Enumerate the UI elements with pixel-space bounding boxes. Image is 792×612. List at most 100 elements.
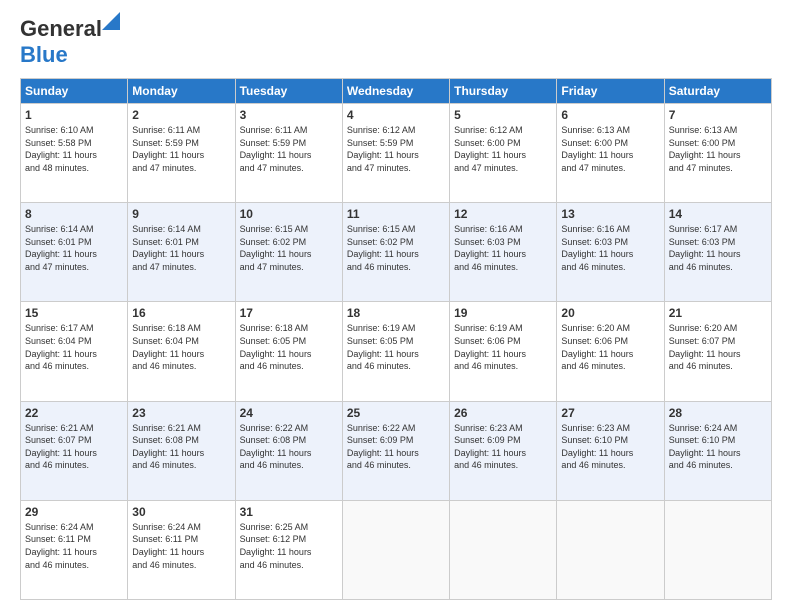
day-details: Sunrise: 6:19 AM Sunset: 6:05 PM Dayligh… — [347, 322, 445, 372]
calendar-cell: 3 Sunrise: 6:11 AM Sunset: 5:59 PM Daylig… — [235, 104, 342, 203]
calendar-cell: 5 Sunrise: 6:12 AM Sunset: 6:00 PM Daylig… — [450, 104, 557, 203]
calendar-header-thursday: Thursday — [450, 79, 557, 104]
day-number: 4 — [347, 108, 445, 122]
calendar-cell: 15 Sunrise: 6:17 AM Sunset: 6:04 PM Dayli… — [21, 302, 128, 401]
calendar-cell: 6Sunrise: 6:13 AM Sunset: 6:00 PM Daylig… — [557, 104, 664, 203]
calendar-cell: 1 Sunrise: 6:10 AM Sunset: 5:58 PM Daylig… — [21, 104, 128, 203]
logo-general: General — [20, 16, 102, 41]
day-number: 18 — [347, 306, 445, 320]
calendar-header-monday: Monday — [128, 79, 235, 104]
day-number: 20 — [561, 306, 659, 320]
day-number: 16 — [132, 306, 230, 320]
day-number: 15 — [25, 306, 123, 320]
day-details: Sunrise: 6:14 AM Sunset: 6:01 PM Dayligh… — [132, 223, 230, 273]
day-details: Sunrise: 6:21 AM Sunset: 6:08 PM Dayligh… — [132, 422, 230, 472]
day-details: Sunrise: 6:17 AM Sunset: 6:04 PM Dayligh… — [25, 322, 123, 372]
calendar-cell: 2 Sunrise: 6:11 AM Sunset: 5:59 PM Daylig… — [128, 104, 235, 203]
day-number: 22 — [25, 406, 123, 420]
day-details: Sunrise: 6:13 AM Sunset: 6:00 PM Dayligh… — [561, 124, 659, 174]
day-number: 26 — [454, 406, 552, 420]
day-details: Sunrise: 6:18 AM Sunset: 6:04 PM Dayligh… — [132, 322, 230, 372]
calendar-week-3: 15 Sunrise: 6:17 AM Sunset: 6:04 PM Dayli… — [21, 302, 772, 401]
day-number: 31 — [240, 505, 338, 519]
calendar-cell: 25Sunrise: 6:22 AM Sunset: 6:09 PM Dayli… — [342, 401, 449, 500]
calendar-cell: 11 Sunrise: 6:15 AM Sunset: 6:02 PM Dayli… — [342, 203, 449, 302]
calendar-cell: 23 Sunrise: 6:21 AM Sunset: 6:08 PM Dayli… — [128, 401, 235, 500]
calendar-header-wednesday: Wednesday — [342, 79, 449, 104]
day-details: Sunrise: 6:23 AM Sunset: 6:10 PM Dayligh… — [561, 422, 659, 472]
day-details: Sunrise: 6:20 AM Sunset: 6:07 PM Dayligh… — [669, 322, 767, 372]
calendar-cell: 22 Sunrise: 6:21 AM Sunset: 6:07 PM Dayli… — [21, 401, 128, 500]
calendar-cell — [557, 500, 664, 599]
day-details: Sunrise: 6:15 AM Sunset: 6:02 PM Dayligh… — [347, 223, 445, 273]
day-details: Sunrise: 6:20 AM Sunset: 6:06 PM Dayligh… — [561, 322, 659, 372]
calendar-cell: 28 Sunrise: 6:24 AM Sunset: 6:10 PM Dayli… — [664, 401, 771, 500]
calendar-cell — [450, 500, 557, 599]
day-number: 29 — [25, 505, 123, 519]
day-details: Sunrise: 6:25 AM Sunset: 6:12 PM Dayligh… — [240, 521, 338, 571]
day-details: Sunrise: 6:17 AM Sunset: 6:03 PM Dayligh… — [669, 223, 767, 273]
calendar-header-friday: Friday — [557, 79, 664, 104]
day-number: 19 — [454, 306, 552, 320]
calendar-cell: 14 Sunrise: 6:17 AM Sunset: 6:03 PM Dayli… — [664, 203, 771, 302]
day-details: Sunrise: 6:21 AM Sunset: 6:07 PM Dayligh… — [25, 422, 123, 472]
day-details: Sunrise: 6:12 AM Sunset: 6:00 PM Dayligh… — [454, 124, 552, 174]
calendar-cell: 12Sunrise: 6:16 AM Sunset: 6:03 PM Dayli… — [450, 203, 557, 302]
day-details: Sunrise: 6:10 AM Sunset: 5:58 PM Dayligh… — [25, 124, 123, 174]
calendar-cell: 24 Sunrise: 6:22 AM Sunset: 6:08 PM Dayli… — [235, 401, 342, 500]
day-number: 2 — [132, 108, 230, 122]
day-details: Sunrise: 6:11 AM Sunset: 5:59 PM Dayligh… — [132, 124, 230, 174]
calendar-cell: 26 Sunrise: 6:23 AM Sunset: 6:09 PM Dayli… — [450, 401, 557, 500]
day-details: Sunrise: 6:22 AM Sunset: 6:08 PM Dayligh… — [240, 422, 338, 472]
calendar-cell: 17 Sunrise: 6:18 AM Sunset: 6:05 PM Dayli… — [235, 302, 342, 401]
day-details: Sunrise: 6:18 AM Sunset: 6:05 PM Dayligh… — [240, 322, 338, 372]
calendar-table: SundayMondayTuesdayWednesdayThursdayFrid… — [20, 78, 772, 600]
calendar-week-4: 22 Sunrise: 6:21 AM Sunset: 6:07 PM Dayli… — [21, 401, 772, 500]
calendar-cell: 4Sunrise: 6:12 AM Sunset: 5:59 PM Daylig… — [342, 104, 449, 203]
calendar-cell: 16 Sunrise: 6:18 AM Sunset: 6:04 PM Dayli… — [128, 302, 235, 401]
day-details: Sunrise: 6:24 AM Sunset: 6:11 PM Dayligh… — [132, 521, 230, 571]
calendar-cell: 8 Sunrise: 6:14 AM Sunset: 6:01 PM Daylig… — [21, 203, 128, 302]
day-number: 8 — [25, 207, 123, 221]
day-number: 24 — [240, 406, 338, 420]
day-number: 21 — [669, 306, 767, 320]
calendar-cell: 20 Sunrise: 6:20 AM Sunset: 6:06 PM Dayli… — [557, 302, 664, 401]
day-number: 23 — [132, 406, 230, 420]
day-number: 17 — [240, 306, 338, 320]
calendar-cell: 30 Sunrise: 6:24 AM Sunset: 6:11 PM Dayli… — [128, 500, 235, 599]
day-number: 11 — [347, 207, 445, 221]
day-details: Sunrise: 6:11 AM Sunset: 5:59 PM Dayligh… — [240, 124, 338, 174]
day-number: 28 — [669, 406, 767, 420]
day-details: Sunrise: 6:24 AM Sunset: 6:11 PM Dayligh… — [25, 521, 123, 571]
calendar-header-sunday: Sunday — [21, 79, 128, 104]
header: General Blue — [20, 16, 772, 68]
calendar-header-tuesday: Tuesday — [235, 79, 342, 104]
calendar-cell: 10Sunrise: 6:15 AM Sunset: 6:02 PM Dayli… — [235, 203, 342, 302]
calendar-cell: 19 Sunrise: 6:19 AM Sunset: 6:06 PM Dayli… — [450, 302, 557, 401]
calendar-week-1: 1 Sunrise: 6:10 AM Sunset: 5:58 PM Daylig… — [21, 104, 772, 203]
calendar-cell: 29 Sunrise: 6:24 AM Sunset: 6:11 PM Dayli… — [21, 500, 128, 599]
day-number: 5 — [454, 108, 552, 122]
calendar-cell: 21 Sunrise: 6:20 AM Sunset: 6:07 PM Dayli… — [664, 302, 771, 401]
calendar-cell: 18 Sunrise: 6:19 AM Sunset: 6:05 PM Dayli… — [342, 302, 449, 401]
calendar-week-2: 8 Sunrise: 6:14 AM Sunset: 6:01 PM Daylig… — [21, 203, 772, 302]
day-number: 10 — [240, 207, 338, 221]
day-details: Sunrise: 6:16 AM Sunset: 6:03 PM Dayligh… — [454, 223, 552, 273]
day-details: Sunrise: 6:19 AM Sunset: 6:06 PM Dayligh… — [454, 322, 552, 372]
day-number: 7 — [669, 108, 767, 122]
day-details: Sunrise: 6:24 AM Sunset: 6:10 PM Dayligh… — [669, 422, 767, 472]
day-details: Sunrise: 6:16 AM Sunset: 6:03 PM Dayligh… — [561, 223, 659, 273]
calendar-header-row: SundayMondayTuesdayWednesdayThursdayFrid… — [21, 79, 772, 104]
day-number: 14 — [669, 207, 767, 221]
calendar-cell: 31 Sunrise: 6:25 AM Sunset: 6:12 PM Dayli… — [235, 500, 342, 599]
day-details: Sunrise: 6:14 AM Sunset: 6:01 PM Dayligh… — [25, 223, 123, 273]
day-details: Sunrise: 6:23 AM Sunset: 6:09 PM Dayligh… — [454, 422, 552, 472]
logo-icon — [102, 12, 120, 30]
day-number: 1 — [25, 108, 123, 122]
calendar-cell: 27Sunrise: 6:23 AM Sunset: 6:10 PM Dayli… — [557, 401, 664, 500]
calendar-cell — [342, 500, 449, 599]
day-number: 3 — [240, 108, 338, 122]
day-number: 30 — [132, 505, 230, 519]
calendar-cell — [664, 500, 771, 599]
logo-blue: Blue — [20, 42, 68, 67]
